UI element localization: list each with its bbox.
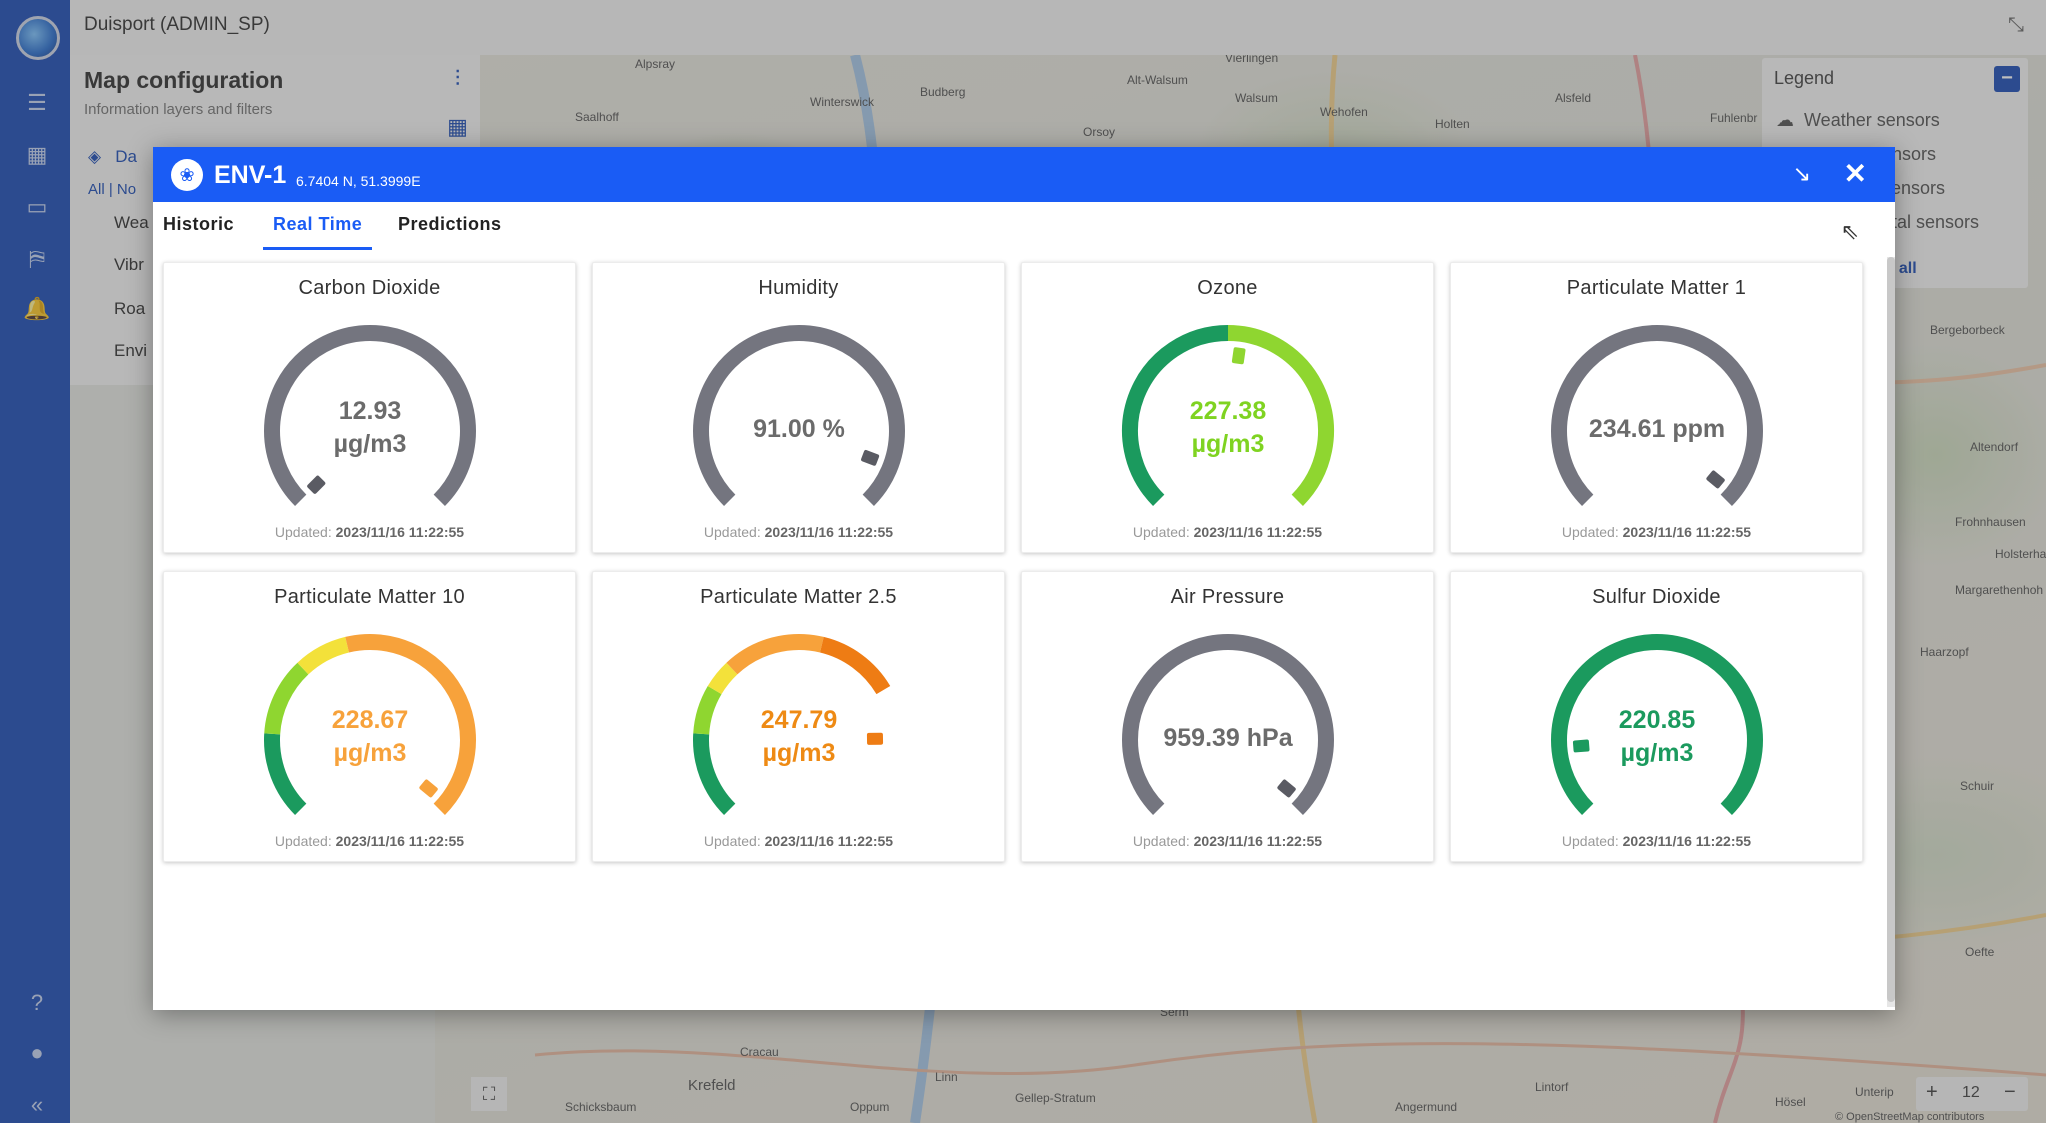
gauge-updated: Updated: 2023/11/16 11:22:55 [703, 833, 894, 849]
gauge-value: 228.67 µg/m3 [331, 706, 409, 767]
gauge-title: Particulate Matter 10 [274, 586, 465, 608]
gauge-value: 12.93 µg/m3 [333, 397, 407, 458]
gauge-card: Air Pressure 959.39 hPa Updated: 2023/11/1… [1021, 571, 1434, 862]
gauge-title: Carbon Dioxide [298, 277, 441, 299]
gauge-value: 227.38 µg/m3 [1189, 397, 1267, 458]
gauge-marker [419, 779, 438, 798]
sensor-icon: ❀ [171, 159, 203, 191]
gauge-updated: Updated: 2023/11/16 11:22:55 [274, 524, 465, 540]
mouse-cursor-icon: ⇖ [1840, 219, 1859, 244]
gauge-card: Humidity 91.00 % Updated: 2023/11/16 11:22… [592, 262, 1005, 553]
gauge-value: 91.00 % [753, 415, 845, 443]
gauge-updated: Updated: 2023/11/16 11:22:55 [1561, 524, 1752, 540]
gauge-card: Ozone 227.38 µg/m3 Updated: 2023/11/16 11:2… [1021, 262, 1434, 553]
gauge-title: Ozone [1197, 277, 1258, 299]
gauge-value: 959.39 hPa [1163, 724, 1293, 752]
gauge-title: Particulate Matter 1 [1566, 277, 1747, 299]
gauge-marker [307, 475, 326, 494]
modal-header: ❀ ENV-1 6.7404 N, 51.3999E ↘ ✕ [153, 147, 1895, 202]
gauge-title: Sulfur Dioxide [1592, 586, 1721, 608]
gauge-title: Particulate Matter 2.5 [700, 586, 897, 608]
sensor-modal: ❀ ENV-1 6.7404 N, 51.3999E ↘ ✕ Historic … [153, 147, 1895, 1010]
gauge-value: 220.85 µg/m3 [1618, 706, 1696, 767]
minimize-icon[interactable]: ↘ [1793, 161, 1811, 187]
gauge-marker [861, 450, 880, 466]
gauge-card: Particulate Matter 2.5 247.79 µg/m3 Updated… [592, 571, 1005, 862]
modal-scrollbar[interactable] [1887, 257, 1895, 1007]
gauge-updated: Updated: 2023/11/16 11:22:55 [1561, 833, 1752, 849]
gauge-marker [1706, 470, 1725, 489]
gauge-updated: Updated: 2023/11/16 11:22:55 [1132, 524, 1323, 540]
tab-real-time[interactable]: Real Time [263, 214, 373, 250]
gauge-marker [1277, 779, 1296, 798]
gauge-marker [1231, 347, 1246, 365]
gauge-card: Carbon Dioxide 12.93 µg/m3 Updated: 2023/11… [163, 262, 576, 553]
gauge-segment [819, 636, 891, 695]
close-icon[interactable]: ✕ [1844, 157, 1867, 190]
gauge-updated: Updated: 2023/11/16 11:22:55 [274, 833, 465, 849]
sensor-coordinates: 6.7404 N, 51.3999E [296, 173, 421, 189]
tab-historic[interactable]: Historic [163, 214, 234, 247]
gauge-value: 234.61 ppm [1588, 415, 1726, 443]
gauge-segment [726, 634, 824, 675]
gauge-segment [297, 636, 350, 675]
gauge-updated: Updated: 2023/11/16 11:22:55 [1132, 833, 1323, 849]
gauge-title: Air Pressure [1170, 586, 1285, 608]
gauge-value: 247.79 µg/m3 [760, 706, 838, 767]
gauge-updated: Updated: 2023/11/16 11:22:55 [703, 524, 894, 540]
gauge-segment [707, 662, 738, 695]
gauge-title: Humidity [758, 277, 839, 299]
gauge-card: Particulate Matter 10 228.67 µg/m3 Updated:… [163, 571, 576, 862]
gauge-card: Sulfur Dioxide 220.85 µg/m3 Updated: 2023/1… [1450, 571, 1863, 862]
tab-predictions[interactable]: Predictions [398, 214, 502, 247]
gauge-card: Particulate Matter 1 234.61 ppm Updated: 2… [1450, 262, 1863, 553]
sensor-name: ENV-1 [214, 161, 287, 189]
